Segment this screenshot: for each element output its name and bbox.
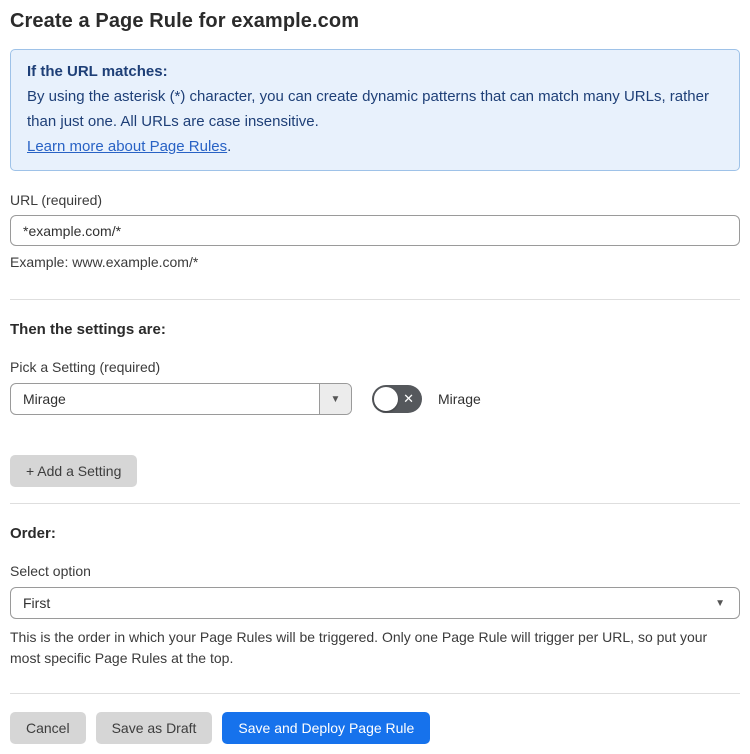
save-deploy-button[interactable]: Save and Deploy Page Rule <box>222 712 431 744</box>
order-helper: This is the order in which your Page Rul… <box>10 629 708 666</box>
order-select-label: Select option <box>10 563 91 579</box>
section-divider <box>10 299 740 300</box>
toggle-label: Mirage <box>438 391 481 407</box>
url-field-label: URL (required) <box>10 192 103 208</box>
add-setting-button[interactable]: + Add a Setting <box>10 455 138 487</box>
form-actions: Cancel Save as Draft Save and Deploy Pag… <box>10 712 740 744</box>
info-box-link-line: Learn more about Page Rules. <box>27 134 723 159</box>
setting-select[interactable]: Mirage ▼ <box>10 383 352 415</box>
section-divider <box>10 693 740 694</box>
learn-more-link[interactable]: Learn more about Page Rules <box>27 138 227 155</box>
x-icon: ✕ <box>403 391 414 407</box>
mirage-toggle[interactable]: ✕ <box>372 385 422 413</box>
info-box-body: By using the asterisk (*) character, you… <box>27 88 709 130</box>
setting-select-value: Mirage <box>23 391 66 407</box>
setting-row: Mirage ▼ ✕ Mirage <box>10 383 740 415</box>
link-suffix: . <box>227 138 232 155</box>
info-box-heading: If the URL matches: <box>27 63 168 80</box>
chevron-down-icon[interactable]: ▼ <box>319 384 351 414</box>
settings-section-heading: Then the settings are: <box>10 321 166 338</box>
save-draft-button[interactable]: Save as Draft <box>95 712 213 744</box>
cancel-button[interactable]: Cancel <box>10 712 86 744</box>
order-section-heading: Order: <box>10 525 56 542</box>
add-setting-wrap: + Add a Setting <box>10 455 740 487</box>
url-match-info-box: If the URL matches: By using the asteris… <box>10 49 740 171</box>
chevron-down-icon: ▼ <box>715 597 725 609</box>
section-divider <box>10 503 740 504</box>
order-select[interactable]: First ▼ <box>10 587 740 619</box>
url-input[interactable] <box>10 215 740 246</box>
page-title: Create a Page Rule for example.com <box>10 10 360 32</box>
toggle-knob <box>374 387 398 411</box>
setting-picker-label: Pick a Setting (required) <box>10 359 161 375</box>
order-select-value: First <box>23 595 51 611</box>
url-field-helper: Example: www.example.com/* <box>10 254 199 270</box>
page-rule-form: Create a Page Rule for example.com If th… <box>10 10 740 744</box>
